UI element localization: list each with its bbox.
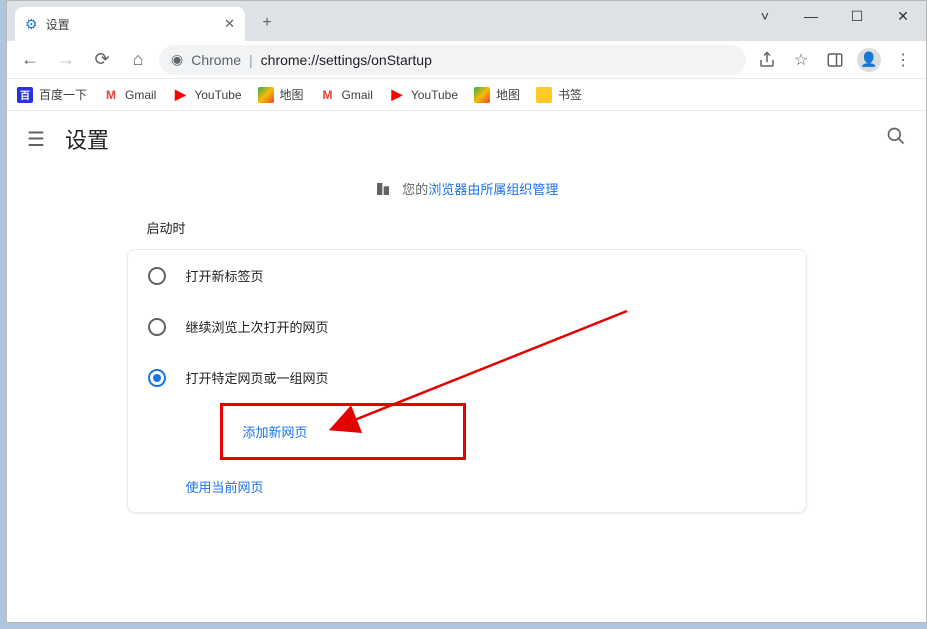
radio-label: 打开新标签页 bbox=[186, 266, 264, 285]
radio-icon bbox=[148, 318, 166, 336]
radio-label: 打开特定网页或一组网页 bbox=[186, 368, 329, 387]
bookmark-maps[interactable]: 地图 bbox=[258, 86, 304, 103]
new-tab-button[interactable]: + bbox=[253, 9, 281, 37]
folder-icon bbox=[536, 87, 552, 103]
browser-tab[interactable]: ⚙ 设置 ✕ bbox=[15, 7, 245, 41]
bookmark-label: 地图 bbox=[496, 86, 520, 103]
radio-continue[interactable]: 继续浏览上次打开的网页 bbox=[128, 301, 806, 352]
window-controls: ˅ — ☐ ✕ bbox=[742, 1, 926, 31]
bookmark-label: Gmail bbox=[125, 88, 156, 102]
address-actions: ☆ 👤 ⋮ bbox=[752, 45, 918, 75]
url-host: Chrome bbox=[191, 52, 241, 68]
bookmark-label: Gmail bbox=[342, 88, 373, 102]
home-button[interactable]: ⌂ bbox=[123, 45, 153, 75]
youtube-icon: ▶ bbox=[389, 87, 405, 103]
specific-pages-sublinks: 添加新网页 使用当前网页 bbox=[128, 403, 806, 512]
kebab-menu-icon[interactable]: ⋮ bbox=[888, 45, 918, 75]
caret-down-icon[interactable]: ˅ bbox=[742, 1, 788, 31]
highlight-box: 添加新网页 bbox=[220, 403, 466, 460]
bookmark-gmail[interactable]: M Gmail bbox=[103, 87, 156, 103]
close-window-button[interactable]: ✕ bbox=[880, 1, 926, 31]
baidu-icon: 百 bbox=[17, 87, 33, 103]
side-panel-icon[interactable] bbox=[820, 45, 850, 75]
url-separator: | bbox=[249, 52, 253, 68]
star-icon[interactable]: ☆ bbox=[786, 45, 816, 75]
menu-icon[interactable]: ☰ bbox=[27, 127, 45, 152]
bookmark-youtube-2[interactable]: ▶ YouTube bbox=[389, 87, 458, 103]
page-title: 设置 bbox=[65, 123, 109, 155]
radio-new-tab[interactable]: 打开新标签页 bbox=[128, 250, 806, 301]
bookmark-folder[interactable]: 书签 bbox=[536, 86, 582, 103]
close-icon[interactable]: ✕ bbox=[224, 16, 235, 32]
use-current-pages-link[interactable]: 使用当前网页 bbox=[186, 460, 806, 512]
radio-label: 继续浏览上次打开的网页 bbox=[186, 317, 329, 336]
gmail-icon: M bbox=[320, 87, 336, 103]
managed-link[interactable]: 浏览器由所属组织管理 bbox=[428, 182, 558, 197]
add-new-page-link[interactable]: 添加新网页 bbox=[223, 406, 463, 457]
settings-header: ☰ 设置 bbox=[7, 111, 926, 167]
bookmarks-bar: 百 百度一下 M Gmail ▶ YouTube 地图 M Gmail ▶ Yo… bbox=[7, 79, 926, 111]
omnibox[interactable]: ◉ Chrome | chrome://settings/onStartup bbox=[159, 45, 746, 75]
reload-button[interactable]: ⟳ bbox=[87, 45, 117, 75]
bookmark-label: 地图 bbox=[280, 86, 304, 103]
profile-avatar[interactable]: 👤 bbox=[854, 45, 884, 75]
settings-content: ☰ 设置 您的浏览器由所属组织管理 启动时 打开新标签页 继续浏览上次打开的网页 bbox=[7, 111, 926, 622]
bookmark-youtube[interactable]: ▶ YouTube bbox=[172, 87, 241, 103]
startup-card: 打开新标签页 继续浏览上次打开的网页 打开特定网页或一组网页 添加新网页 使用当… bbox=[127, 249, 807, 513]
share-icon[interactable] bbox=[752, 45, 782, 75]
radio-icon bbox=[148, 267, 166, 285]
bookmark-label: 百度一下 bbox=[39, 86, 87, 103]
gmail-icon: M bbox=[103, 87, 119, 103]
radio-specific-pages[interactable]: 打开特定网页或一组网页 bbox=[128, 352, 806, 403]
maps-icon bbox=[258, 87, 274, 103]
back-button[interactable]: ← bbox=[15, 45, 45, 75]
maps-icon bbox=[474, 87, 490, 103]
chrome-icon: ◉ bbox=[171, 51, 183, 68]
radio-icon bbox=[148, 369, 166, 387]
bookmark-label: YouTube bbox=[411, 88, 458, 102]
bookmark-label: 书签 bbox=[558, 86, 582, 103]
organization-icon bbox=[375, 181, 391, 200]
gear-icon: ⚙ bbox=[25, 16, 38, 33]
bookmark-gmail-2[interactable]: M Gmail bbox=[320, 87, 373, 103]
forward-button[interactable]: → bbox=[51, 45, 81, 75]
bookmark-baidu[interactable]: 百 百度一下 bbox=[17, 86, 87, 103]
titlebar: ⚙ 设置 ✕ + ˅ — ☐ ✕ bbox=[7, 1, 926, 41]
minimize-button[interactable]: — bbox=[788, 1, 834, 31]
bookmark-maps-2[interactable]: 地图 bbox=[474, 86, 520, 103]
youtube-icon: ▶ bbox=[172, 87, 188, 103]
address-bar: ← → ⟳ ⌂ ◉ Chrome | chrome://settings/onS… bbox=[7, 41, 926, 79]
maximize-button[interactable]: ☐ bbox=[834, 1, 880, 31]
bookmark-label: YouTube bbox=[194, 88, 241, 102]
search-icon[interactable] bbox=[886, 126, 906, 152]
tab-title: 设置 bbox=[46, 16, 70, 33]
managed-prefix: 您的 bbox=[402, 182, 428, 197]
section-label: 启动时 bbox=[127, 218, 807, 249]
browser-window: ⚙ 设置 ✕ + ˅ — ☐ ✕ ← → ⟳ ⌂ ◉ Chrome | chro… bbox=[6, 0, 927, 623]
managed-banner: 您的浏览器由所属组织管理 bbox=[7, 167, 926, 218]
url-path: chrome://settings/onStartup bbox=[261, 52, 432, 68]
